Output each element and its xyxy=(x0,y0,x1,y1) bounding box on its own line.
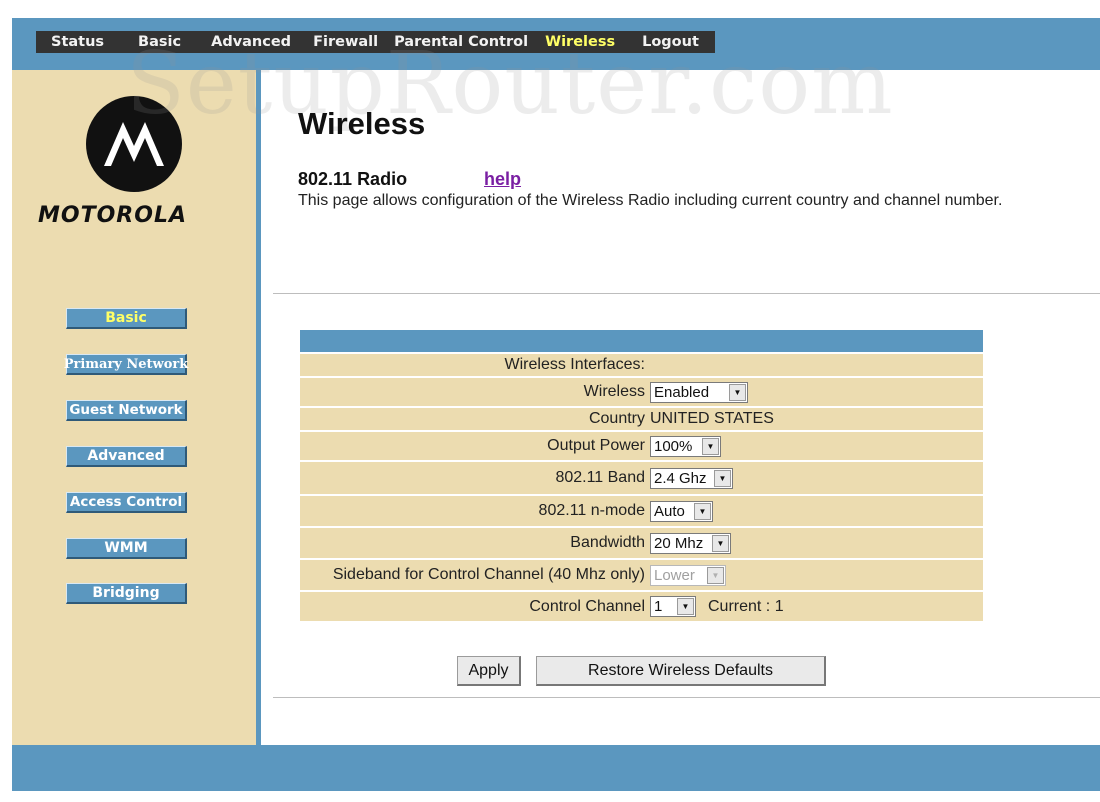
sidebar-item-advanced[interactable]: Advanced xyxy=(66,446,187,467)
motorola-logo-icon xyxy=(86,96,182,192)
chevron-down-icon: ▼ xyxy=(702,437,719,455)
sideband-select[interactable]: Lower ▼ xyxy=(650,564,726,586)
table-header xyxy=(300,330,983,352)
help-link[interactable]: help xyxy=(484,169,521,190)
bottom-banner xyxy=(12,745,1100,791)
chevron-down-icon: ▼ xyxy=(707,566,724,584)
band-value: 2.4 Ghz xyxy=(654,469,707,487)
chevron-down-icon: ▼ xyxy=(694,502,711,520)
table-row: 802.11 n-mode Auto ▼ xyxy=(300,494,983,526)
table-row: Bandwidth 20 Mhz ▼ xyxy=(300,526,983,558)
interfaces-label: Wireless Interfaces: xyxy=(504,356,645,373)
output-power-select[interactable]: 100% ▼ xyxy=(650,435,721,457)
control-channel-label: Control Channel xyxy=(529,597,645,615)
control-channel-value: 1 xyxy=(654,598,663,615)
chevron-down-icon: ▼ xyxy=(714,469,731,487)
table-row: 802.11 Band 2.4 Ghz ▼ xyxy=(300,460,983,494)
table-row: Country UNITED STATES xyxy=(300,406,983,430)
sidebar-divider xyxy=(256,70,261,745)
table-row: Wireless Interfaces: xyxy=(300,352,983,376)
tab-parental-control[interactable]: Parental Control xyxy=(394,34,528,50)
tab-firewall[interactable]: Firewall xyxy=(313,34,378,50)
tab-logout[interactable]: Logout xyxy=(642,34,699,50)
band-select[interactable]: 2.4 Ghz ▼ xyxy=(650,467,733,489)
sidebar-item-wmm[interactable]: WMM xyxy=(66,538,187,559)
divider xyxy=(273,293,1100,294)
sideband-value: Lower xyxy=(654,566,695,584)
sidebar-item-basic[interactable]: Basic xyxy=(66,308,187,329)
tab-status[interactable]: Status xyxy=(51,34,104,50)
top-navigation: Status Basic Advanced Firewall Parental … xyxy=(36,31,715,53)
sidebar-item-bridging[interactable]: Bridging xyxy=(66,583,187,604)
output-power-value: 100% xyxy=(654,437,693,455)
table-row: Sideband for Control Channel (40 Mhz onl… xyxy=(300,558,983,590)
nmode-label: 802.11 n-mode xyxy=(538,502,645,519)
current-channel-text: Current : 1 xyxy=(708,597,784,615)
country-label: Country xyxy=(588,410,645,427)
sidebar-item-primary-network[interactable]: Primary Network xyxy=(64,354,188,375)
tab-wireless[interactable]: Wireless xyxy=(545,34,615,50)
table-row: Output Power 100% ▼ xyxy=(300,430,983,460)
section-title: 802.11 Radio xyxy=(298,169,408,189)
chevron-down-icon: ▼ xyxy=(729,383,746,401)
sidebar-item-access-control[interactable]: Access Control xyxy=(66,492,187,513)
bandwidth-select[interactable]: 20 Mhz ▼ xyxy=(650,532,731,554)
tab-basic[interactable]: Basic xyxy=(138,34,181,50)
bandwidth-label: Bandwidth xyxy=(570,534,645,551)
control-channel-select[interactable]: 1 ▼ xyxy=(650,596,696,617)
sidebar-item-guest-network[interactable]: Guest Network xyxy=(66,400,187,421)
tab-advanced[interactable]: Advanced xyxy=(211,34,291,50)
nmode-select[interactable]: Auto ▼ xyxy=(650,500,713,522)
wireless-settings-table: Wireless Interfaces: Wireless Enabled ▼ … xyxy=(300,330,983,621)
page-title: Wireless xyxy=(298,106,426,141)
brand-name: MOTOROLA xyxy=(38,203,187,228)
chevron-down-icon: ▼ xyxy=(712,534,729,552)
table-row: Control Channel 1 ▼ Current : 1 xyxy=(300,590,983,621)
band-label: 802.11 Band xyxy=(555,469,645,486)
nmode-value: Auto xyxy=(654,502,685,520)
output-power-label: Output Power xyxy=(547,437,645,454)
table-row: Wireless Enabled ▼ xyxy=(300,376,983,406)
country-value: UNITED STATES xyxy=(650,410,774,427)
wireless-select[interactable]: Enabled ▼ xyxy=(650,381,748,403)
wireless-label: Wireless xyxy=(583,383,645,400)
wireless-value: Enabled xyxy=(654,383,710,401)
chevron-down-icon: ▼ xyxy=(677,598,694,615)
apply-button[interactable]: Apply xyxy=(457,656,521,686)
page-description: This page allows configuration of the Wi… xyxy=(298,192,1003,209)
sideband-label: Sideband for Control Channel (40 Mhz onl… xyxy=(332,566,645,583)
restore-defaults-button[interactable]: Restore Wireless Defaults xyxy=(536,656,826,686)
divider xyxy=(273,697,1100,698)
bandwidth-value: 20 Mhz xyxy=(654,534,704,552)
